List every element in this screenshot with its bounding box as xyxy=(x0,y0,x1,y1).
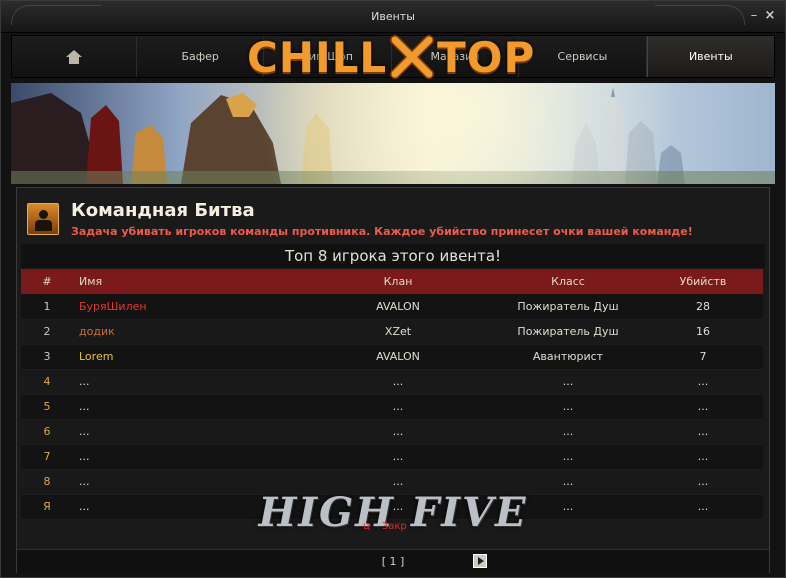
nav-buffer[interactable]: Бафер xyxy=(137,36,265,77)
chilltop-logo: CHILL TOP xyxy=(247,31,535,83)
clan-cell: XZet xyxy=(303,319,493,345)
player-name: БуряШилен xyxy=(73,294,303,320)
clan-cell: AVALON xyxy=(303,294,493,320)
kills-cell: ... xyxy=(643,494,763,520)
clan-cell: ... xyxy=(303,444,493,470)
rank-cell: 4 xyxy=(21,369,73,395)
nav-home[interactable] xyxy=(12,36,137,77)
clan-cell: AVALON xyxy=(303,344,493,370)
rank-cell: 2 xyxy=(21,319,73,345)
kills-cell: ... xyxy=(643,394,763,420)
close-link[interactable]: ц Закр xyxy=(363,521,407,532)
title-bar: Ивенты – × xyxy=(1,1,785,33)
rank-cell: 6 xyxy=(21,419,73,445)
table-row: 4 ... ... ... ... xyxy=(21,369,763,395)
player-name: ... xyxy=(73,369,303,395)
clan-cell: ... xyxy=(303,469,493,495)
close-link-part1: ц xyxy=(363,521,370,532)
class-cell: ... xyxy=(493,394,643,420)
leaderboard-table: # Имя Клан Класс Убийств 1 БуряШилен AVA… xyxy=(21,269,763,520)
kills-cell: 16 xyxy=(643,319,763,345)
clan-cell: ... xyxy=(303,394,493,420)
player-name: ... xyxy=(73,419,303,445)
event-description: Задача убивать игроков команды противник… xyxy=(71,225,693,238)
kills-cell: 28 xyxy=(643,294,763,320)
class-cell: Авантюрист xyxy=(493,344,643,370)
event-banner-art xyxy=(11,83,775,184)
event-header: Командная Битва Задача убивать игроков к… xyxy=(27,200,759,240)
player-name: ... xyxy=(73,494,303,520)
window-title: Ивенты xyxy=(371,10,415,23)
rank-cell: 3 xyxy=(21,344,73,370)
rank-cell: 5 xyxy=(21,394,73,420)
rank-cell: 1 xyxy=(21,294,73,320)
rank-cell: 8 xyxy=(21,469,73,495)
player-name: Lorem xyxy=(73,344,303,370)
minimize-button[interactable]: – xyxy=(747,9,761,23)
logo-text-right: TOP xyxy=(437,32,536,82)
class-cell: Пожиратель Душ xyxy=(493,319,643,345)
crossed-swords-icon xyxy=(389,34,435,80)
team-battle-icon xyxy=(27,203,59,235)
player-name: ... xyxy=(73,469,303,495)
col-kills: Убийств xyxy=(679,275,727,288)
class-cell: Пожиратель Душ xyxy=(493,294,643,320)
player-name: ... xyxy=(73,394,303,420)
clan-cell: ... xyxy=(303,494,493,520)
home-icon xyxy=(66,49,82,64)
clan-cell: ... xyxy=(303,419,493,445)
table-row: 8 ... ... ... ... xyxy=(21,469,763,495)
event-title: Командная Битва xyxy=(71,200,255,221)
col-class: Класс xyxy=(551,275,585,288)
player-name: додик xyxy=(73,319,303,345)
kills-cell: 7 xyxy=(643,344,763,370)
class-cell: ... xyxy=(493,369,643,395)
rank-cell: 7 xyxy=(21,444,73,470)
col-clan: Клан xyxy=(383,275,413,288)
table-row: 7 ... ... ... ... xyxy=(21,444,763,470)
event-panel: Командная Битва Задача убивать игроков к… xyxy=(16,187,770,573)
pagination: [ 1 ] xyxy=(17,549,769,573)
clan-cell: ... xyxy=(303,369,493,395)
table-row: 3 Lorem AVALON Авантюрист 7 xyxy=(21,344,763,370)
rank-cell: Я xyxy=(21,494,73,520)
table-row: 1 БуряШилен AVALON Пожиратель Душ 28 xyxy=(21,294,763,320)
top-caption: Топ 8 игрока этого ивента! xyxy=(21,244,765,268)
page-indicator: [ 1 ] xyxy=(381,555,405,568)
table-row: 2 додик XZet Пожиратель Душ 16 xyxy=(21,319,763,345)
table-row: 6 ... ... ... ... xyxy=(21,419,763,445)
col-rank: # xyxy=(42,275,52,288)
player-name: ... xyxy=(73,444,303,470)
close-link-part2: Закр xyxy=(381,521,407,532)
nav-events[interactable]: Ивенты xyxy=(646,36,775,77)
col-name: Имя xyxy=(79,275,103,288)
close-button[interactable]: × xyxy=(763,9,777,23)
class-cell: ... xyxy=(493,444,643,470)
nav-services[interactable]: Сервисы xyxy=(519,36,647,77)
kills-cell: ... xyxy=(643,444,763,470)
logo-text-left: CHILL xyxy=(247,32,388,82)
table-row: 5 ... ... ... ... xyxy=(21,394,763,420)
table-row-self: Я ... ... ... ... xyxy=(21,494,763,520)
event-window: Ивенты – × Бафер Гип-Шоп Магазин Сервисы… xyxy=(0,0,786,578)
class-cell: ... xyxy=(493,419,643,445)
kills-cell: ... xyxy=(643,469,763,495)
class-cell: ... xyxy=(493,494,643,520)
kills-cell: ... xyxy=(643,369,763,395)
kills-cell: ... xyxy=(643,419,763,445)
next-page-arrow-icon[interactable] xyxy=(473,554,487,568)
class-cell: ... xyxy=(493,469,643,495)
table-header-row: # Имя Клан Класс Убийств xyxy=(21,269,763,294)
